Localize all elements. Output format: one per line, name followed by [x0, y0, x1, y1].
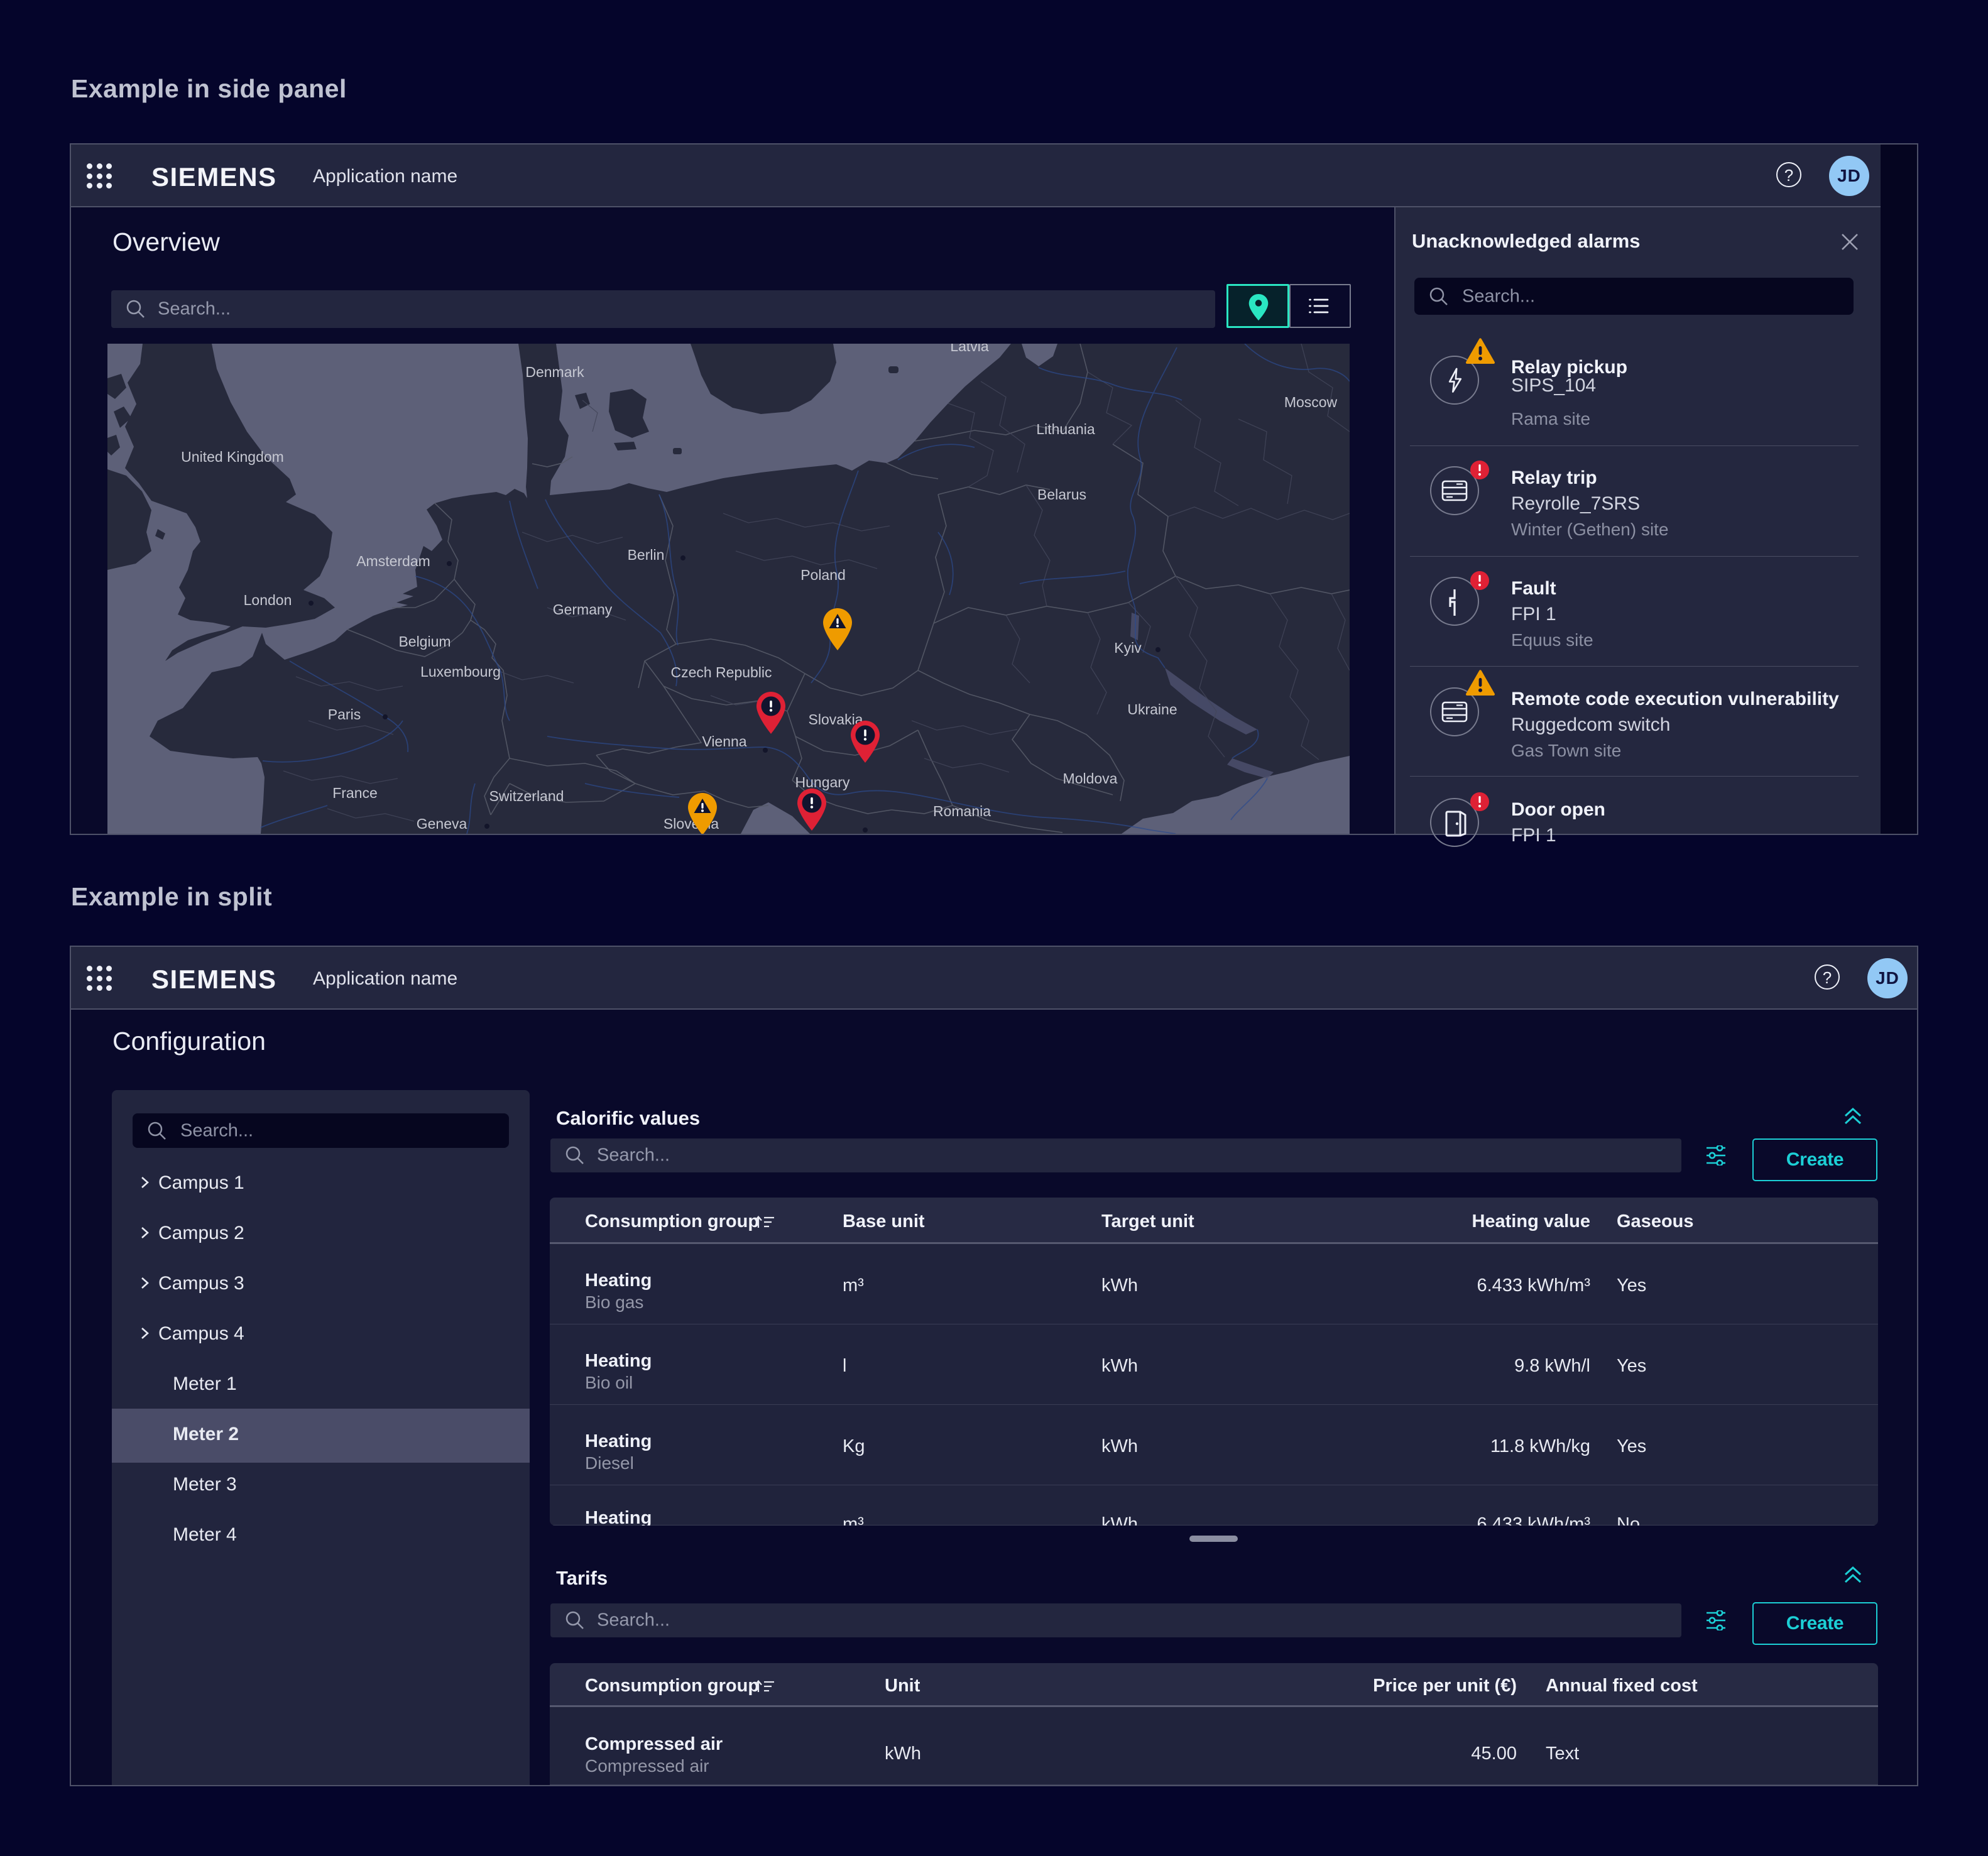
- svg-text:Switzerland: Switzerland: [489, 788, 564, 804]
- svg-text:Czech Republic: Czech Republic: [670, 664, 772, 680]
- svg-text:Poland: Poland: [800, 567, 846, 583]
- svg-text:Paris: Paris: [328, 706, 361, 723]
- svg-text:Hungary: Hungary: [795, 774, 850, 790]
- svg-text:Moldova: Moldova: [1063, 770, 1118, 787]
- svg-text:Berlin: Berlin: [628, 547, 665, 563]
- svg-text:Vienna: Vienna: [702, 733, 746, 750]
- svg-text:Kyiv: Kyiv: [1114, 640, 1142, 656]
- svg-text:Luxembourg: Luxembourg: [420, 663, 501, 680]
- svg-text:Belarus: Belarus: [1037, 486, 1086, 503]
- svg-text:Amsterdam: Amsterdam: [356, 553, 430, 569]
- svg-text:Germany: Germany: [553, 601, 613, 618]
- svg-text:Ukraine: Ukraine: [1127, 701, 1177, 718]
- svg-text:Belgium: Belgium: [398, 633, 451, 650]
- svg-text:United Kingdom: United Kingdom: [181, 449, 284, 465]
- svg-text:Geneva: Geneva: [417, 816, 467, 832]
- svg-text:Lithuania: Lithuania: [1036, 421, 1095, 437]
- svg-text:London: London: [244, 592, 292, 608]
- svg-text:Denmark: Denmark: [525, 364, 584, 380]
- svg-text:Latvia: Latvia: [950, 344, 989, 354]
- svg-text:France: France: [332, 785, 378, 801]
- svg-text:Romania: Romania: [933, 803, 991, 819]
- svg-text:Moscow: Moscow: [1284, 394, 1338, 410]
